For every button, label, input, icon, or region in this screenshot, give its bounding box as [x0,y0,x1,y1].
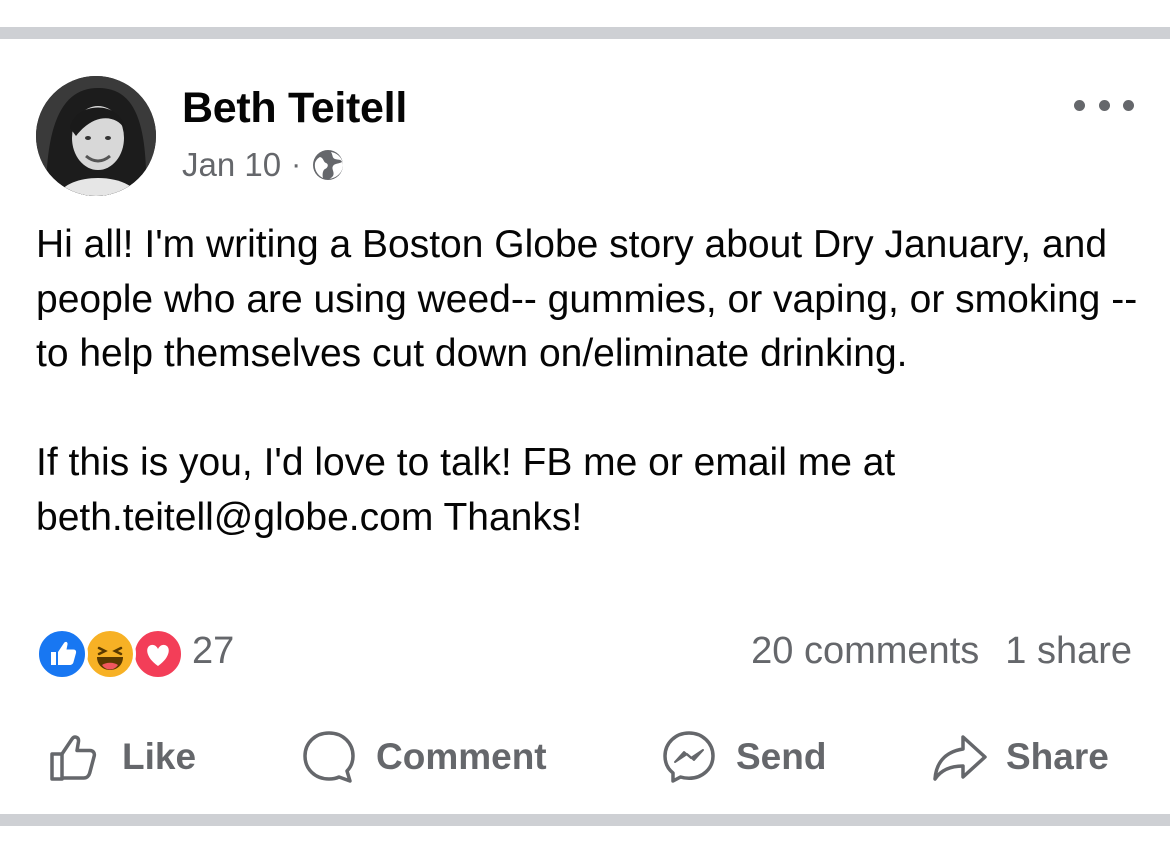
send-label: Send [736,736,827,777]
thumbs-up-icon [50,735,97,781]
author-name[interactable]: Beth Teitell [182,84,407,133]
reaction-summary[interactable]: 27 [36,626,235,680]
reaction-count: 27 [192,629,235,672]
post-date[interactable]: Jan 10 [182,146,281,184]
share-button[interactable]: Share [930,722,1109,792]
post-meta: Jan 10 · [182,145,345,185]
bottom-divider [0,814,1170,826]
comment-button[interactable]: Comment [300,722,547,792]
share-label: Share [1006,736,1109,777]
love-reaction-icon [132,628,184,680]
post-body: Hi all! I'm writing a Boston Globe story… [36,223,1138,539]
reaction-icons [36,626,184,680]
engagement-stats: 20 comments 1 share [751,626,1132,676]
top-divider [0,27,1170,39]
action-bar: Like Comment Send Share [0,722,1170,792]
globe-icon[interactable] [311,148,345,182]
comments-count-link[interactable]: 20 comments [751,630,979,673]
like-button[interactable]: Like [46,722,196,792]
share-arrow-icon [933,735,987,781]
like-reaction-icon [36,628,88,680]
avatar[interactable] [36,76,156,196]
meta-separator: · [291,148,302,181]
avatar-photo [36,76,156,196]
haha-reaction-icon [84,628,136,680]
comment-bubble-icon [303,731,355,783]
messenger-icon [663,731,715,783]
send-button[interactable]: Send [660,722,826,792]
shares-count-link[interactable]: 1 share [1005,630,1132,673]
comment-label: Comment [376,736,547,777]
more-options-icon[interactable] [1074,94,1134,116]
like-label: Like [122,736,197,777]
